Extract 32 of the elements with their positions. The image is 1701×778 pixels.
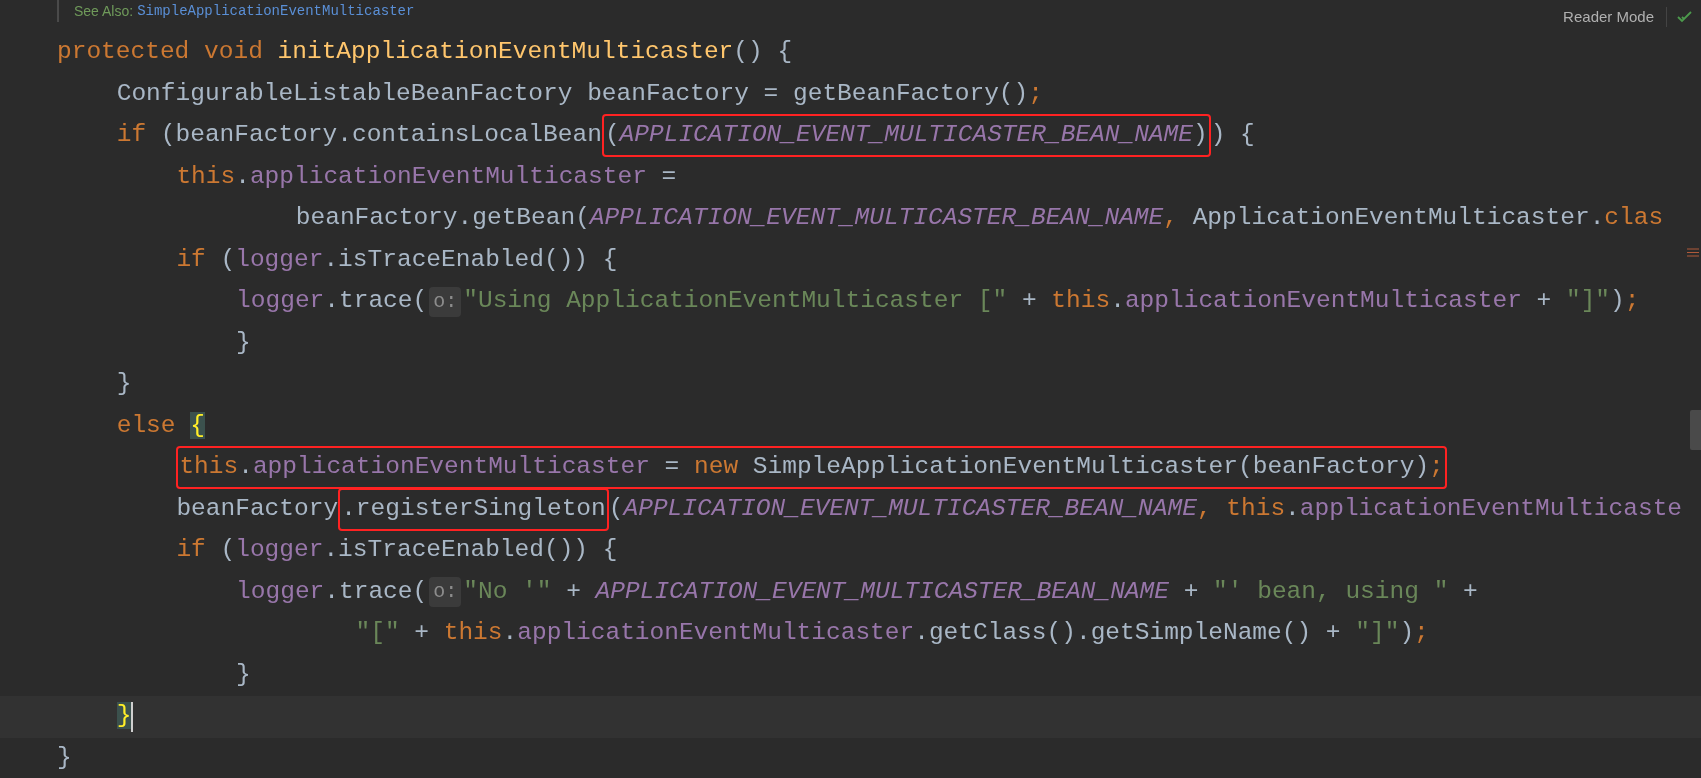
- code-text: logger.trace(: [236, 576, 428, 607]
- reader-mode-button[interactable]: Reader Mode: [1561, 6, 1656, 29]
- code-text: if (logger.isTraceEnabled()) {: [176, 535, 618, 566]
- code-text: "No '" + APPLICATION_EVENT_MULTICASTER_BEAN_NAME + "' bean, using " +: [463, 576, 1478, 607]
- code-text: (APPLICATION_EVENT_MULTICASTER_BEAN_NAME, this.applicationEventMulticaste: [608, 493, 1683, 524]
- doc-link[interactable]: SimpleApplicationEventMulticaster: [137, 0, 415, 22]
- code-text: beanFactory.getBean(APPLICATION_EVENT_MULTICASTER_BEAN_NAME, ApplicationEventMulticaster.clas: [295, 203, 1664, 234]
- text-cursor: [131, 701, 134, 732]
- code-text: }: [116, 369, 132, 400]
- code-text: }: [236, 327, 251, 358]
- highlighted-code: (APPLICATION_EVENT_MULTICASTER_BEAN_NAME): [601, 114, 1211, 158]
- code-text: this.applicationEventMulticaster =: [176, 161, 677, 192]
- highlighted-code: .registerSingleton: [338, 487, 609, 531]
- code-text: }: [57, 742, 72, 773]
- doc-label: See Also:: [74, 1, 134, 21]
- highlighted-code: this.applicationEventMulticaster = new SimpleApplicationEventMulticaster(beanFactory);: [176, 446, 1447, 490]
- scrollbar-thumb[interactable]: [1690, 410, 1701, 450]
- code-text: protected void initApplicationEventMulticaster() {: [57, 37, 793, 68]
- code-text: "Using ApplicationEventMulticaster [" + this.applicationEventMulticaster + "]");: [463, 286, 1640, 317]
- code-text: }: [236, 659, 251, 690]
- code-text: if (logger.isTraceEnabled()) {: [176, 244, 618, 275]
- code-text: logger.trace(: [236, 286, 428, 317]
- code-text: ) {: [1210, 120, 1255, 151]
- code-text: beanFactory: [176, 493, 339, 524]
- parameter-hint: o:: [429, 577, 462, 608]
- code-text: "[" + this.applicationEventMulticaster.getClass().getSimpleName() + "]");: [355, 618, 1429, 649]
- gutter-marks-icon: [1687, 248, 1699, 257]
- code-text: else {: [116, 410, 205, 441]
- check-icon: [1677, 10, 1693, 25]
- code-text: ConfigurableListableBeanFactory beanFactory = getBeanFactory();: [116, 78, 1043, 109]
- parameter-hint: o:: [429, 286, 462, 317]
- code-text: if (beanFactory.containsLocalBean: [116, 120, 602, 151]
